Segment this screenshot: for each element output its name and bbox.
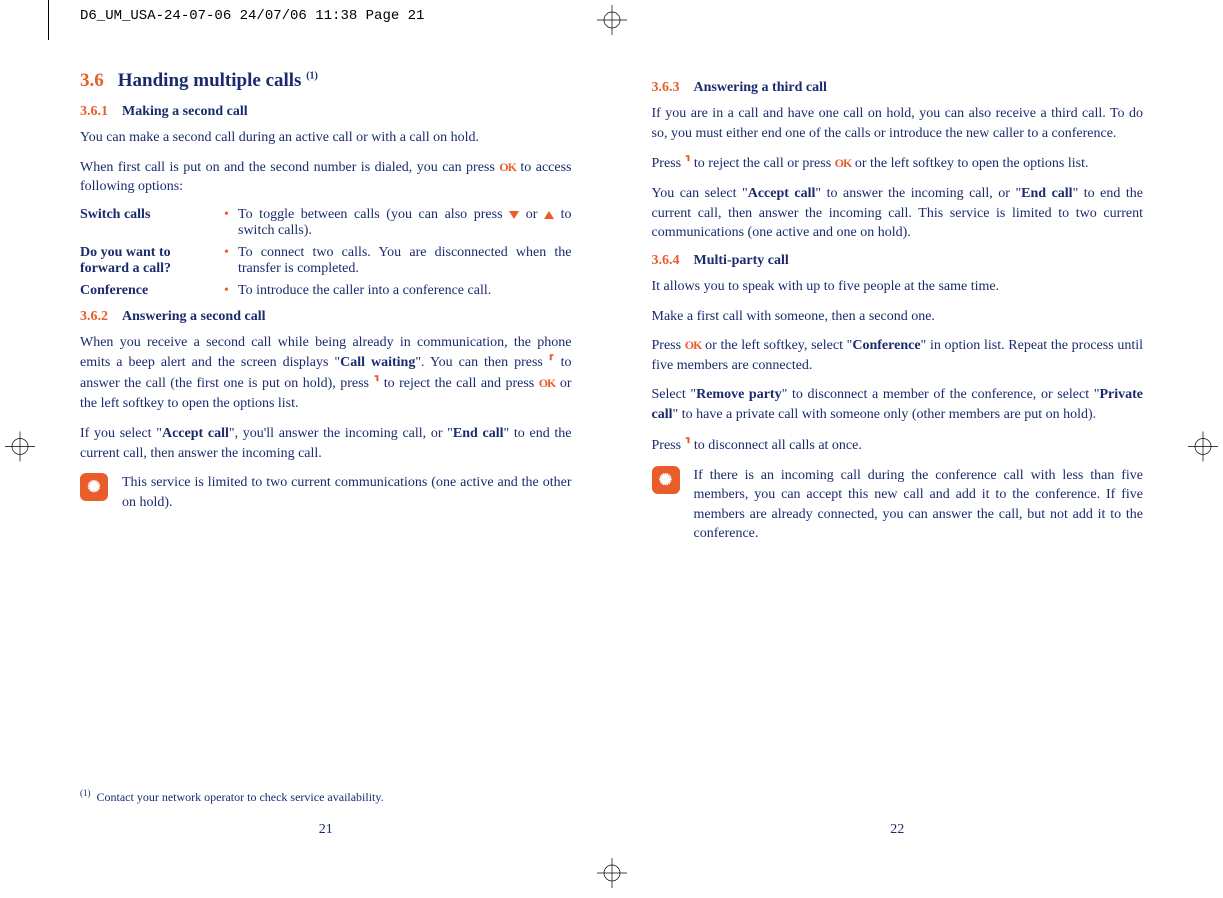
body-text: Press OK or the left softkey, select "Co… <box>652 336 1144 375</box>
hint-box: ✺ If there is an incoming call during th… <box>652 466 1144 544</box>
body-text: You can select "Accept call" to answer t… <box>652 184 1144 243</box>
heading-number: 3.6 <box>80 70 104 91</box>
page-spread: 3.6Handing multiple calls (1) 3.6.1Makin… <box>80 70 1143 838</box>
body-text: If you select "Accept call", you'll answ… <box>80 424 572 463</box>
term-forward-call: Do you want toforward a call? <box>80 245 220 277</box>
subsection-3-6-2: 3.6.2Answering a second call <box>80 309 572 325</box>
body-text: If you are in a call and have one call o… <box>652 104 1144 143</box>
crop-mark-left <box>5 432 35 467</box>
body-text: You can make a second call during an act… <box>80 128 572 148</box>
subsection-3-6-4: 3.6.4Multi-party call <box>652 253 1144 269</box>
body-text: Select "Remove party" to disconnect a me… <box>652 385 1144 424</box>
body-text: Press ⸣ to reject the call or press OK o… <box>652 153 1144 174</box>
ok-icon: OK <box>499 160 516 174</box>
bulb-icon: ✺ <box>652 466 680 494</box>
body-text: It allows you to speak with up to five p… <box>652 277 1144 297</box>
arrow-down-icon <box>509 211 519 219</box>
page-number-21: 21 <box>80 822 572 838</box>
term-conference: Conference <box>80 283 220 299</box>
crop-mark-bottom <box>597 858 627 893</box>
page-21: 3.6Handing multiple calls (1) 3.6.1Makin… <box>80 70 572 838</box>
desc-conference: To introduce the caller into a conferenc… <box>220 283 572 299</box>
hint-text: If there is an incoming call during the … <box>694 466 1144 544</box>
definition-list: Switch calls To toggle between calls (yo… <box>80 207 572 299</box>
body-text: When you receive a second call while bei… <box>80 333 572 414</box>
crop-mark-right <box>1188 432 1218 467</box>
body-text: When first call is put on and the second… <box>80 158 572 197</box>
crop-mark-top <box>597 5 627 40</box>
term-switch-calls: Switch calls <box>80 207 220 239</box>
ok-icon: OK <box>539 376 556 390</box>
ok-icon: OK <box>685 338 702 352</box>
hint-box: ✺ This service is limited to two current… <box>80 473 572 512</box>
section-heading-3-6: 3.6Handing multiple calls (1) <box>80 70 572 92</box>
subsection-3-6-1: 3.6.1Making a second call <box>80 104 572 120</box>
body-text: Press ⸣ to disconnect all calls at once. <box>652 435 1144 456</box>
page-22: 3.6.3Answering a third call If you are i… <box>652 70 1144 838</box>
crop-header: D6_UM_USA-24-07-06 24/07/06 11:38 Page 2… <box>80 8 424 24</box>
page-number-22: 22 <box>652 822 1144 838</box>
footnote: (1)Contact your network operator to chec… <box>80 767 572 806</box>
hint-text: This service is limited to two current c… <box>122 473 572 512</box>
bulb-icon: ✺ <box>80 473 108 501</box>
ok-icon: OK <box>835 156 852 170</box>
body-text: Make a first call with someone, then a s… <box>652 307 1144 327</box>
subsection-3-6-3: 3.6.3Answering a third call <box>652 80 1144 96</box>
desc-switch-calls: To toggle between calls (you can also pr… <box>220 207 572 239</box>
desc-forward-call: To connect two calls. You are disconnect… <box>220 245 572 277</box>
arrow-up-icon <box>544 211 554 219</box>
crop-hairline <box>48 0 49 40</box>
